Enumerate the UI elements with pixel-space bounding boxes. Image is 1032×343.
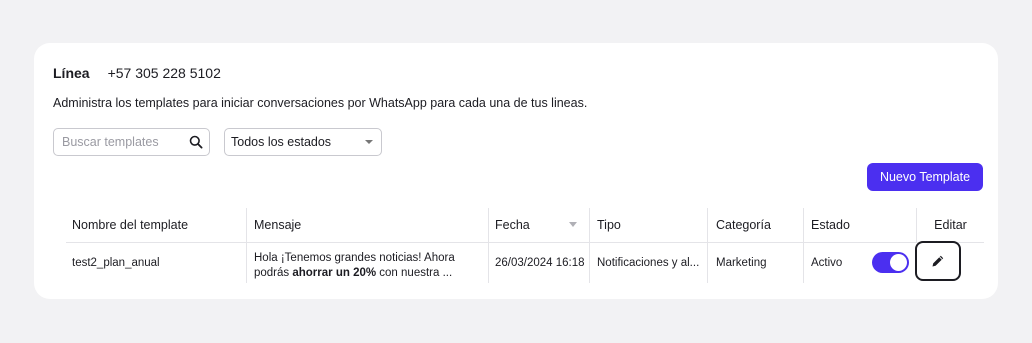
cell-message: Hola ¡Tenemos grandes noticias! Ahora po… [246,243,488,283]
search-icon[interactable] [189,135,203,149]
line-number: +57 305 228 5102 [107,65,221,81]
edit-button[interactable] [915,241,961,281]
cell-date: 26/03/2024 16:18 [488,243,589,283]
toggle-knob [890,254,907,271]
header-date[interactable]: Fecha [488,208,589,242]
search-box[interactable] [53,128,210,156]
pencil-icon [932,255,944,267]
table-header-row: Nombre del template Mensaje Fecha Tipo C… [66,208,984,243]
line-label: Línea [53,65,90,81]
header-status[interactable]: Estado [803,208,916,242]
header-message[interactable]: Mensaje [246,208,488,242]
header-name[interactable]: Nombre del template [66,208,246,242]
message-line-2-pre: podrás [254,266,293,279]
search-input[interactable] [60,134,189,150]
header-category[interactable]: Categoría [707,208,803,242]
header-type[interactable]: Tipo [589,208,707,242]
line-row: Línea +57 305 228 5102 [53,65,221,81]
page-description: Administra los templates para iniciar co… [53,96,588,110]
sort-icon[interactable] [569,222,577,227]
header-date-label: Fecha [495,218,530,232]
status-toggle[interactable] [872,252,909,273]
chevron-down-icon [365,140,373,144]
message-line-2-post: con nuestra ... [376,266,453,279]
cell-category: Marketing [707,243,803,283]
message-line-1: Hola ¡Tenemos grandes noticias! Ahora [254,251,455,264]
cell-type: Notificaciones y al... [589,243,707,283]
table-row[interactable]: test2_plan_anual Hola ¡Tenemos grandes n… [66,241,984,283]
cell-name: test2_plan_anual [72,257,160,269]
message-line-2-bold: ahorrar un 20% [292,266,377,279]
templates-card: Línea +57 305 228 5102 Administra los te… [34,43,998,299]
templates-table: Nombre del template Mensaje Fecha Tipo C… [66,208,984,283]
status-filter-value: Todos los estados [231,135,332,149]
status-filter-select[interactable]: Todos los estados [224,128,382,156]
new-template-button[interactable]: Nuevo Template [867,163,983,191]
header-edit: Editar [916,208,984,242]
